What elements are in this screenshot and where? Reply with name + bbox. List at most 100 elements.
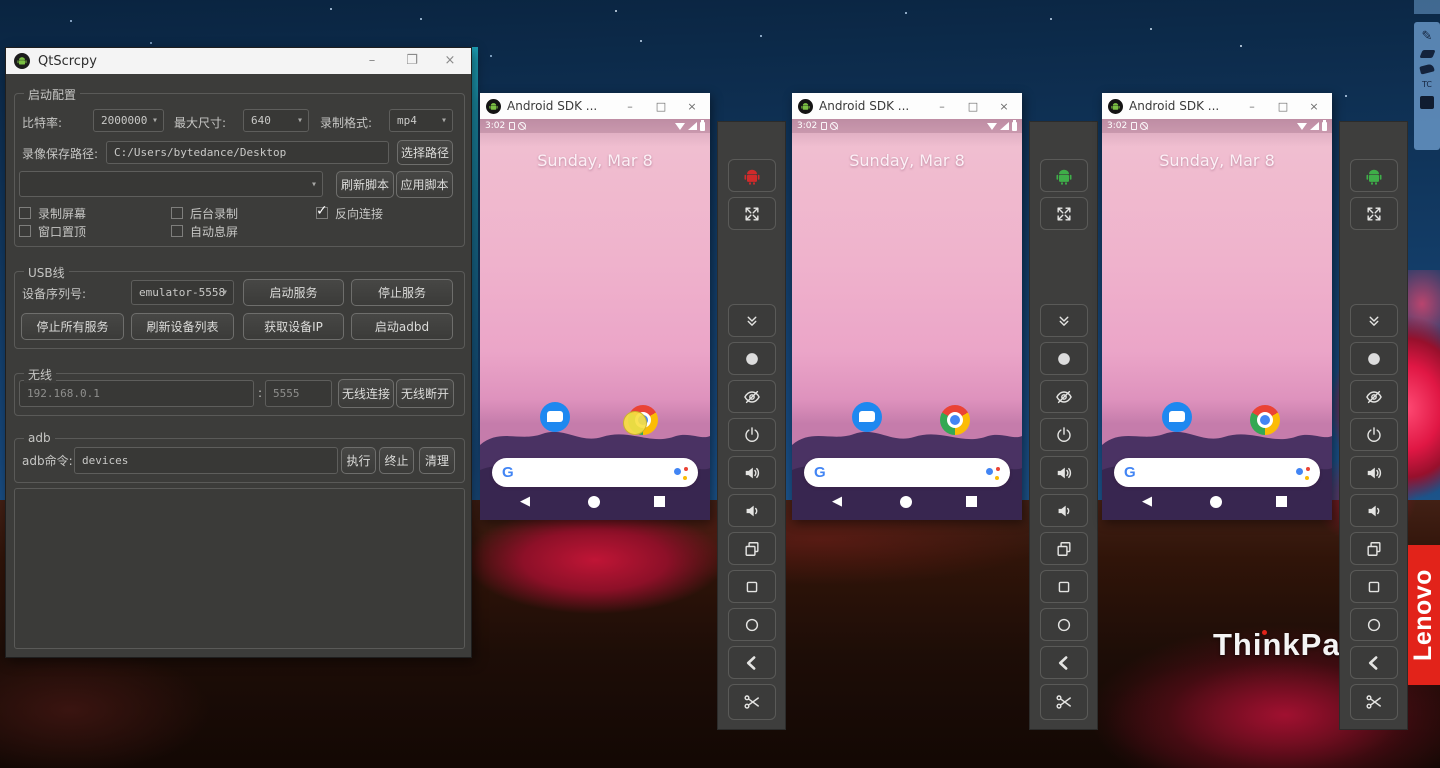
- messages-app-icon[interactable]: [852, 402, 882, 432]
- nav-home-button[interactable]: [900, 496, 912, 508]
- record-button[interactable]: [728, 342, 776, 375]
- window-on-top-checkbox[interactable]: 窗口置顶: [19, 224, 86, 238]
- checkbox-box[interactable]: [171, 225, 183, 237]
- power-button[interactable]: [1040, 418, 1088, 451]
- robot-button[interactable]: [728, 159, 776, 192]
- maximize-button[interactable]: □: [648, 100, 674, 113]
- home-button[interactable]: [728, 608, 776, 641]
- fullscreen-button[interactable]: [1350, 197, 1398, 230]
- volume-down-button[interactable]: [728, 494, 776, 527]
- volume-up-button[interactable]: [1350, 456, 1398, 489]
- refresh-devices-button[interactable]: 刷新设备列表: [131, 313, 234, 340]
- menu-button[interactable]: [1040, 570, 1088, 603]
- assistant-icon[interactable]: [1296, 466, 1310, 480]
- nav-recents-button[interactable]: [654, 496, 665, 507]
- close-button[interactable]: ×: [991, 100, 1017, 113]
- hide-screen-button[interactable]: [1040, 380, 1088, 413]
- background-record-checkbox[interactable]: 后台录制: [171, 206, 238, 220]
- eraser-icon[interactable]: [1419, 50, 1435, 58]
- nav-recents-button[interactable]: [966, 496, 977, 507]
- start-service-button[interactable]: 启动服务: [243, 279, 344, 306]
- minimize-button[interactable]: –: [357, 48, 387, 74]
- back-button[interactable]: [1350, 646, 1398, 679]
- screenshot-button[interactable]: [728, 684, 776, 720]
- assistant-icon[interactable]: [674, 466, 688, 480]
- nav-back-button[interactable]: ◀: [832, 494, 842, 510]
- fullscreen-button[interactable]: [1040, 197, 1088, 230]
- messages-app-icon[interactable]: [1162, 402, 1192, 432]
- adb-output-console[interactable]: [14, 488, 465, 649]
- back-button[interactable]: [728, 646, 776, 679]
- app-switch-button[interactable]: [1040, 532, 1088, 565]
- chrome-app-icon[interactable]: [940, 405, 970, 435]
- auto-screen-off-checkbox[interactable]: 自动息屏: [171, 224, 238, 238]
- power-button[interactable]: [728, 418, 776, 451]
- screenshot-button[interactable]: [1040, 684, 1088, 720]
- google-search-bar[interactable]: G: [1114, 458, 1320, 487]
- android-screen[interactable]: 3:02 Sunday, Mar 8: [1102, 119, 1332, 520]
- volume-up-button[interactable]: [728, 456, 776, 489]
- serial-combo[interactable]: emulator-5558: [131, 280, 234, 305]
- record-button[interactable]: [1040, 342, 1088, 375]
- back-button[interactable]: [1040, 646, 1088, 679]
- save-path-input[interactable]: C:/Users/bytedance/Desktop: [106, 141, 389, 164]
- google-search-bar[interactable]: G: [804, 458, 1010, 487]
- wireless-port-input[interactable]: 5555: [265, 380, 332, 407]
- messages-app-icon[interactable]: [540, 402, 570, 432]
- stop-all-button[interactable]: 停止所有服务: [21, 313, 124, 340]
- apply-script-button[interactable]: 应用脚本: [396, 171, 453, 198]
- start-adbd-button[interactable]: 启动adbd: [351, 313, 453, 340]
- app-switch-button[interactable]: [728, 532, 776, 565]
- record-format-combo[interactable]: mp4: [389, 109, 453, 132]
- wireless-ip-input[interactable]: 192.168.0.1: [19, 380, 254, 407]
- volume-up-button[interactable]: [1040, 456, 1088, 489]
- refresh-script-button[interactable]: 刷新脚本: [336, 171, 394, 198]
- minimize-button[interactable]: –: [1239, 100, 1265, 113]
- robot-button[interactable]: [1040, 159, 1088, 192]
- checkbox-box[interactable]: [171, 207, 183, 219]
- wireless-connect-button[interactable]: 无线连接: [338, 379, 394, 408]
- stop-service-button[interactable]: 停止服务: [351, 279, 453, 306]
- close-button[interactable]: ×: [679, 100, 705, 113]
- max-size-combo[interactable]: 640: [243, 109, 309, 132]
- expand-more-button[interactable]: [1350, 304, 1398, 337]
- checkbox-box[interactable]: [316, 207, 328, 219]
- checkbox-box[interactable]: [19, 225, 31, 237]
- record-button[interactable]: [1350, 342, 1398, 375]
- get-device-ip-button[interactable]: 获取设备IP: [243, 313, 344, 340]
- pen-icon[interactable]: ✎: [1422, 30, 1433, 43]
- wireless-disconnect-button[interactable]: 无线断开: [396, 379, 454, 408]
- assistant-icon[interactable]: [986, 466, 1000, 480]
- close-button[interactable]: ×: [1301, 100, 1327, 113]
- expand-more-button[interactable]: [1040, 304, 1088, 337]
- close-button[interactable]: ×: [435, 48, 465, 74]
- android-screen[interactable]: 3:02 Sunday, Mar 8: [792, 119, 1022, 520]
- adb-command-input[interactable]: devices: [74, 447, 338, 474]
- nav-home-button[interactable]: [588, 496, 600, 508]
- bitrate-combo[interactable]: 2000000: [93, 109, 164, 132]
- screenshot-button[interactable]: [1350, 684, 1398, 720]
- home-button[interactable]: [1350, 608, 1398, 641]
- maximize-button[interactable]: □: [960, 100, 986, 113]
- choose-path-button[interactable]: 选择路径: [397, 140, 453, 165]
- volume-down-button[interactable]: [1040, 494, 1088, 527]
- nav-recents-button[interactable]: [1276, 496, 1287, 507]
- maximize-button[interactable]: □: [1270, 100, 1296, 113]
- checkbox-box[interactable]: [19, 207, 31, 219]
- hide-screen-button[interactable]: [1350, 380, 1398, 413]
- minimize-button[interactable]: –: [617, 100, 643, 113]
- power-button[interactable]: [1350, 418, 1398, 451]
- hide-screen-button[interactable]: [728, 380, 776, 413]
- fullscreen-button[interactable]: [728, 197, 776, 230]
- nav-home-button[interactable]: [1210, 496, 1222, 508]
- chrome-app-icon[interactable]: [1250, 405, 1280, 435]
- adb-terminate-button[interactable]: 终止: [379, 447, 414, 474]
- minimize-button[interactable]: –: [929, 100, 955, 113]
- menu-button[interactable]: [728, 570, 776, 603]
- adb-clear-button[interactable]: 清理: [419, 447, 455, 474]
- marker-icon[interactable]: [1419, 63, 1435, 74]
- reverse-connect-checkbox[interactable]: 反向连接: [316, 206, 383, 220]
- google-search-bar[interactable]: G: [492, 458, 698, 487]
- android-screen[interactable]: 3:02 Sunday, Mar 8: [480, 119, 710, 520]
- board-icon[interactable]: [1420, 96, 1434, 109]
